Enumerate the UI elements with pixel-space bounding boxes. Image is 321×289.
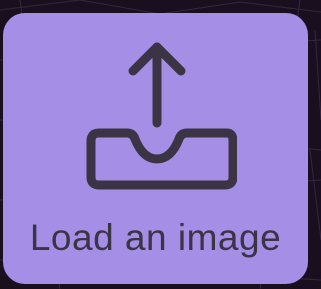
upload-tray-icon [86,42,237,190]
load-image-button[interactable]: Load an image [3,13,308,284]
load-image-label: Load an image [29,217,282,258]
